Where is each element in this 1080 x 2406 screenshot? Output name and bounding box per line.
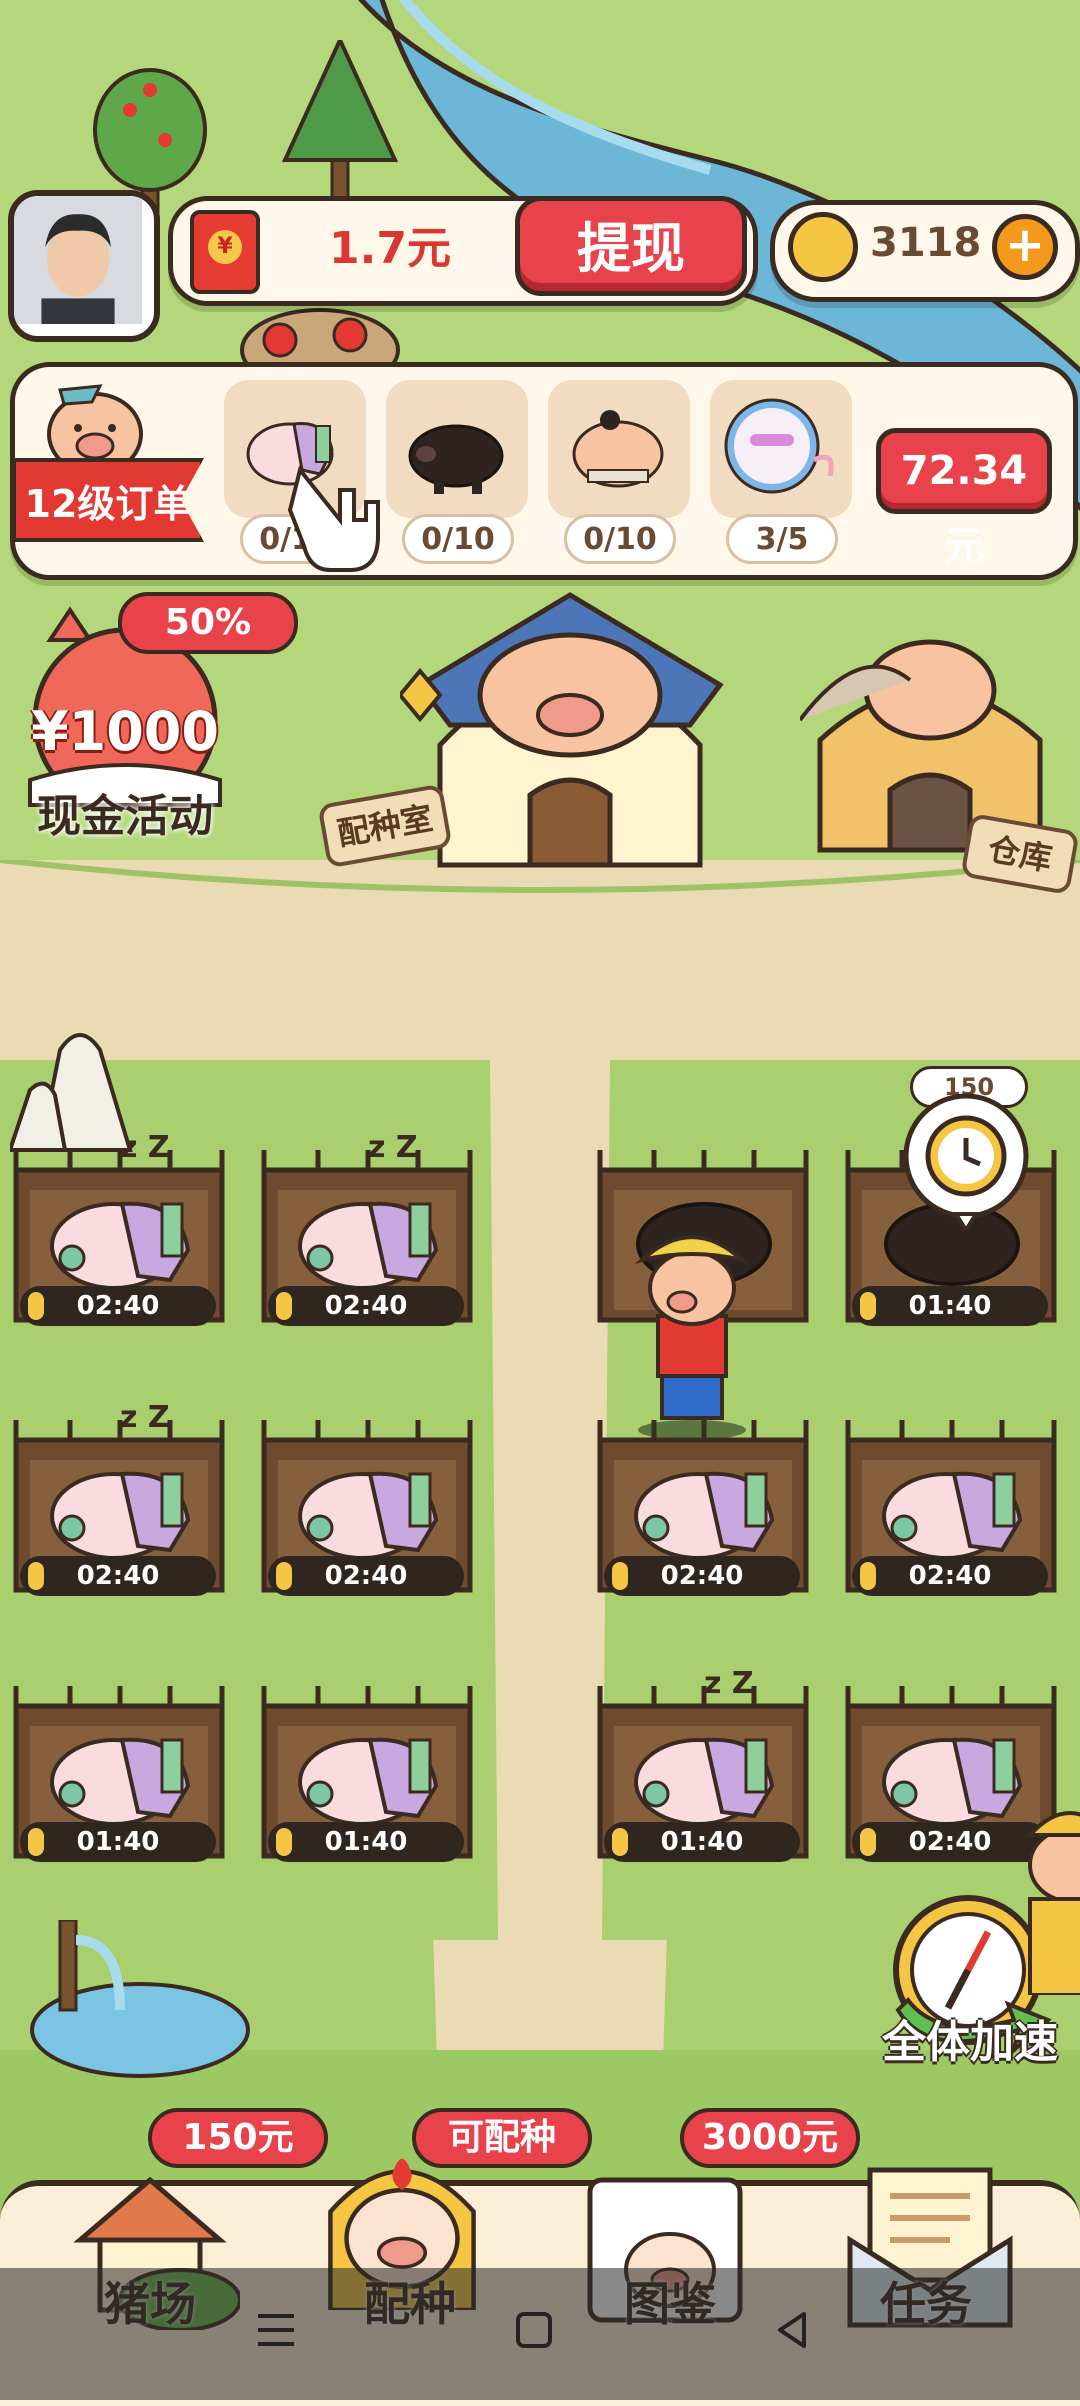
pen-growth-timer: 01:40 — [852, 1286, 1048, 1326]
menu-icon[interactable] — [246, 2300, 306, 2360]
cash-balance: 1.7元 — [329, 223, 451, 274]
farmer-pig-character — [634, 1235, 750, 1440]
sleeping-zzz-icon: z Z — [120, 1400, 170, 1435]
order-count: 0/10 — [402, 514, 514, 564]
order-count: 0/10 — [564, 514, 676, 564]
add-coins-button[interactable]: + — [992, 214, 1058, 280]
nav-breeding-badge: 可配种 — [412, 2108, 592, 2168]
pen-growth-timer: 02:40 — [20, 1286, 216, 1326]
pen-growth-timer: 02:40 — [852, 1556, 1048, 1596]
pen-growth-timer: 02:40 — [268, 1286, 464, 1326]
boost-all-label[interactable]: 全体加速 — [860, 2006, 1080, 2070]
order-slot-space-pig[interactable] — [710, 380, 852, 518]
order-reward-button[interactable]: 72.34元 — [876, 428, 1052, 570]
avatar-portrait-icon — [14, 196, 142, 324]
worker-pig-character — [1025, 1811, 1080, 1995]
pen-growth-timer: 02:40 — [268, 1556, 464, 1596]
coin-icon — [788, 212, 858, 282]
order-slot-black-pig[interactable] — [386, 380, 528, 518]
pen-growth-timer: 01:40 — [604, 1822, 800, 1862]
space-pig-icon — [724, 398, 834, 494]
sumo-pig-icon — [572, 410, 664, 488]
pen-growth-timer: 01:40 — [20, 1822, 216, 1862]
pen-growth-timer: 01:40 — [268, 1822, 464, 1862]
sleeping-zzz-icon: z Z — [704, 1666, 754, 1701]
cash-event-percent-badge: 50% — [118, 592, 298, 654]
cash-event-label[interactable]: 现金活动 — [10, 780, 240, 844]
rock-decoration — [10, 1033, 133, 1152]
order-level-ribbon: 12级订单 — [12, 458, 204, 542]
red-envelope-icon: ¥ — [190, 210, 260, 294]
black-pig-icon — [408, 424, 504, 494]
coin-count: 3118 — [870, 220, 982, 266]
withdraw-button[interactable]: 提现 — [515, 196, 747, 296]
home-icon[interactable] — [504, 2300, 564, 2360]
water-pond — [30, 1920, 250, 2078]
player-avatar[interactable] — [8, 190, 160, 342]
cash-event-amount: ¥1000 — [31, 700, 219, 763]
back-icon[interactable] — [762, 2300, 822, 2360]
pine-tree — [281, 40, 399, 200]
order-slot-sumo-pig[interactable] — [548, 380, 690, 518]
nav-farm-badge: 150元 — [148, 2108, 328, 2168]
pen-growth-timer: 02:40 — [20, 1556, 216, 1596]
order-count: 3/5 — [726, 514, 838, 564]
tap-hand-pointer-icon — [287, 465, 380, 572]
sleeping-zzz-icon: z Z — [368, 1130, 418, 1165]
alarm-clock-icon[interactable] — [896, 1090, 1036, 1230]
nav-album-badge: 3000元 — [680, 2108, 860, 2168]
breeding-room-building[interactable] — [400, 575, 740, 905]
pen-growth-timer: 02:40 — [604, 1556, 800, 1596]
